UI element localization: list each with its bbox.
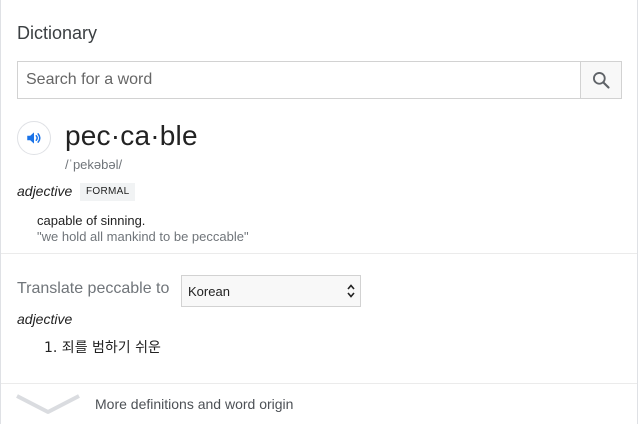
register-badge: FORMAL bbox=[80, 183, 136, 201]
language-select-value: Korean bbox=[188, 283, 230, 299]
example-sentence: "we hold all mankind to be peccable" bbox=[37, 229, 249, 244]
more-definitions-toggle[interactable]: More definitions and word origin bbox=[1, 384, 637, 424]
headword: pec·ca·ble bbox=[65, 120, 198, 151]
translation-item: 1. 죄를 범하기 쉬운 bbox=[44, 340, 161, 356]
search-input[interactable] bbox=[18, 62, 580, 98]
search-button[interactable] bbox=[580, 62, 621, 98]
more-definitions-label: More definitions and word origin bbox=[95, 396, 294, 412]
translate-label: Translate peccable to bbox=[17, 280, 170, 297]
definition-text: capable of sinning. bbox=[37, 213, 146, 228]
speaker-icon bbox=[27, 132, 41, 144]
part-of-speech: adjective bbox=[17, 183, 73, 199]
up-down-arrows-icon bbox=[347, 284, 355, 298]
dictionary-card: Dictionary pec·ca·ble /ˈpekəbəl/ adjecti… bbox=[0, 0, 638, 424]
translation-part-of-speech: adjective bbox=[17, 311, 73, 327]
section-divider bbox=[1, 253, 637, 254]
card-title: Dictionary bbox=[17, 23, 98, 43]
search-icon bbox=[593, 72, 610, 89]
phonetic-spelling: /ˈpekəbəl/ bbox=[65, 157, 123, 172]
search-box bbox=[17, 61, 622, 99]
chevron-down-icon bbox=[16, 394, 80, 414]
language-select[interactable]: Korean bbox=[181, 275, 361, 307]
pronunciation-button[interactable] bbox=[17, 121, 51, 155]
